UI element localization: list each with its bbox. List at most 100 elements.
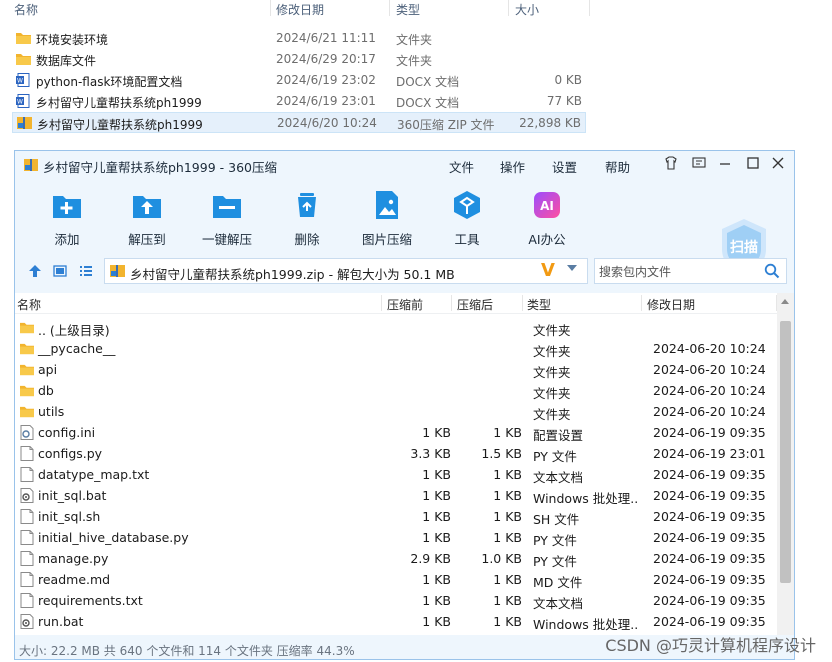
column-type[interactable]: 类型 [527,296,551,313]
file-type: 文件夹 [533,344,571,359]
column-after[interactable]: 压缩后 [457,296,493,313]
column-name[interactable]: 名称 [17,296,41,313]
size-after: 1 KB [493,467,522,482]
v-logo-icon[interactable]: V [541,260,555,281]
file-date: 2024/6/29 20:17 [276,52,376,66]
skin-icon[interactable] [662,155,680,173]
delete-button[interactable]: 删除 [272,185,342,247]
add-button[interactable]: 添加 [32,185,102,247]
file-size: 22,898 KB [519,116,581,130]
chevron-down-icon[interactable] [567,265,577,271]
thumbnail-view-icon[interactable] [53,264,67,278]
maximize-icon[interactable] [744,155,762,173]
ai-office-button[interactable]: AI AI办公 [512,185,582,247]
archive-path-field[interactable]: 乡村留守儿童帮扶系统ph1999.zip - 解包大小为 50.1 MB V [104,258,588,284]
search-icon[interactable] [764,263,780,279]
archive-path-text: 乡村留守儿童帮扶系统ph1999.zip - 解包大小为 50.1 MB [130,267,455,282]
table-row[interactable]: init_sql.bat 1 KB 1 KB Windows 批处理... 2024-0… [15,485,777,506]
file-type: 文件夹 [533,323,571,338]
file-name: initial_hive_database.py [38,530,189,545]
size-after: 1.5 KB [481,446,522,461]
search-input[interactable] [597,262,761,282]
table-row[interactable]: manage.py 2.9 KB 1.0 KB PY 文件 2024-06-19 09:… [15,548,777,569]
up-arrow-icon[interactable] [28,264,42,278]
ai-office-icon: AI [534,192,560,218]
file-date: 2024/6/21 11:11 [276,31,376,45]
explorer-row[interactable]: 环境安装环境 2024/6/21 11:11 文件夹 [12,28,586,49]
feedback-icon[interactable] [690,155,708,173]
column-size[interactable]: 大小 [515,1,539,18]
table-row[interactable]: config.ini 1 KB 1 KB 配置设置 2024-06-19 09:35 [15,422,777,443]
explorer-row[interactable]: 乡村留守儿童帮扶系统ph1999 2024/6/20 10:24 360压缩 ZIP… [12,112,586,133]
scroll-up-icon[interactable] [781,299,789,304]
close-icon[interactable] [769,155,787,173]
scan-label: 扫描 [730,240,758,256]
minimize-icon[interactable] [716,155,734,173]
tools-button[interactable]: 工具 [432,185,502,247]
menu-operation[interactable]: 操作 [500,157,525,176]
folder-icon [20,383,34,398]
file-name: api [38,362,58,377]
table-row[interactable]: configs.py 3.3 KB 1.5 KB PY 文件 2024-06-19 23… [15,443,777,464]
size-before: 1 KB [422,593,451,608]
title-bar[interactable]: 乡村留守儿童帮扶系统ph1999 - 360压缩 文件 操作 设置 帮助 [15,151,794,179]
file-date: 2024-06-19 09:35 [653,467,766,482]
file-date: 2024-06-19 09:35 [653,593,766,608]
image-compress-icon [376,191,398,219]
file-type: PY 文件 [533,554,577,569]
file-size: 0 KB [554,73,582,87]
explorer-row[interactable]: 数据库文件 2024/6/29 20:17 文件夹 [12,49,586,70]
file-name: configs.py [38,446,103,461]
column-name[interactable]: 名称 [14,1,38,18]
table-row[interactable]: datatype_map.txt 1 KB 1 KB 文本文档 2024-06-19 0… [15,464,777,485]
menu-file[interactable]: 文件 [449,157,474,176]
file-name: 数据库文件 [36,54,97,68]
table-row[interactable]: init_sql.sh 1 KB 1 KB SH 文件 2024-06-19 09:35 [15,506,777,527]
file-name: 环境安装环境 [36,33,109,47]
size-after: 1 KB [493,530,522,545]
file-type: 文本文档 [533,596,584,611]
svg-text:W: W [17,99,23,106]
table-row[interactable]: requirements.txt 1 KB 1 KB 文本文档 2024-06-19 0… [15,590,777,611]
size-after: 1.0 KB [481,551,522,566]
table-row[interactable]: db 文件夹 2024-06-20 10:24 [15,380,777,401]
file-date: 2024-06-19 09:35 [653,488,766,503]
extract-to-button[interactable]: 解压到 [112,185,182,247]
table-row[interactable]: initial_hive_database.py 1 KB 1 KB PY 文件 202… [15,527,777,548]
file-type: 360压缩 ZIP 文件 [397,118,495,132]
menu-help[interactable]: 帮助 [605,157,630,176]
column-type[interactable]: 类型 [396,1,420,18]
column-before[interactable]: 压缩前 [387,296,423,313]
list-view-icon[interactable] [79,264,93,278]
file-type: 文件夹 [533,407,571,422]
vertical-scrollbar[interactable] [777,293,794,635]
table-row[interactable]: run.bat 1 KB 1 KB Windows 批处理... 2024-06-19 … [15,611,777,632]
size-before: 2.9 KB [410,551,451,566]
explorer-row[interactable]: Wpython-flask环境配置文档 2024/6/19 23:02 DOCX 文… [12,70,586,91]
table-row[interactable]: readme.md 1 KB 1 KB MD 文件 2024-06-19 09:35 [15,569,777,590]
table-row[interactable]: .. (上级目录) 文件夹 [15,317,777,338]
search-box[interactable] [594,258,787,284]
menu-settings[interactable]: 设置 [552,157,577,176]
svg-text:W: W [17,78,23,85]
file-name: requirements.txt [38,593,143,608]
column-date[interactable]: 修改日期 [276,1,324,18]
image-compress-button[interactable]: 图片压缩 [352,185,422,247]
explorer-row[interactable]: W 乡村留守儿童帮扶系统ph1999 2024/6/19 23:01 DOCX 文档 7… [12,91,586,112]
folder-icon [20,320,34,335]
archive-file-list: 名称 压缩前 压缩后 类型 修改日期 .. (上级目录) 文件夹 __pycache… [15,293,794,635]
file-date: 2024/6/19 23:01 [276,94,376,108]
table-row[interactable]: __pycache__ 文件夹 2024-06-20 10:24 [15,338,777,359]
folder-icon [20,404,34,419]
file-icon [20,551,34,566]
table-row[interactable]: api 文件夹 2024-06-20 10:24 [15,359,777,380]
scrollbar-thumb[interactable] [780,321,791,583]
explorer-file-list: 名称 修改日期 类型 大小 环境安装环境 2024/6/21 11:11 文件夹 数据… [0,0,832,140]
file-date: 2024-06-19 09:35 [653,509,766,524]
table-row[interactable]: utils 文件夹 2024-06-20 10:24 [15,401,777,422]
column-date[interactable]: 修改日期 [647,296,695,313]
zip-archive-icon [24,159,38,171]
file-name: init_sql.sh [38,509,101,524]
one-click-extract-button[interactable]: 一键解压 [192,185,262,247]
file-date: 2024-06-19 09:35 [653,572,766,587]
